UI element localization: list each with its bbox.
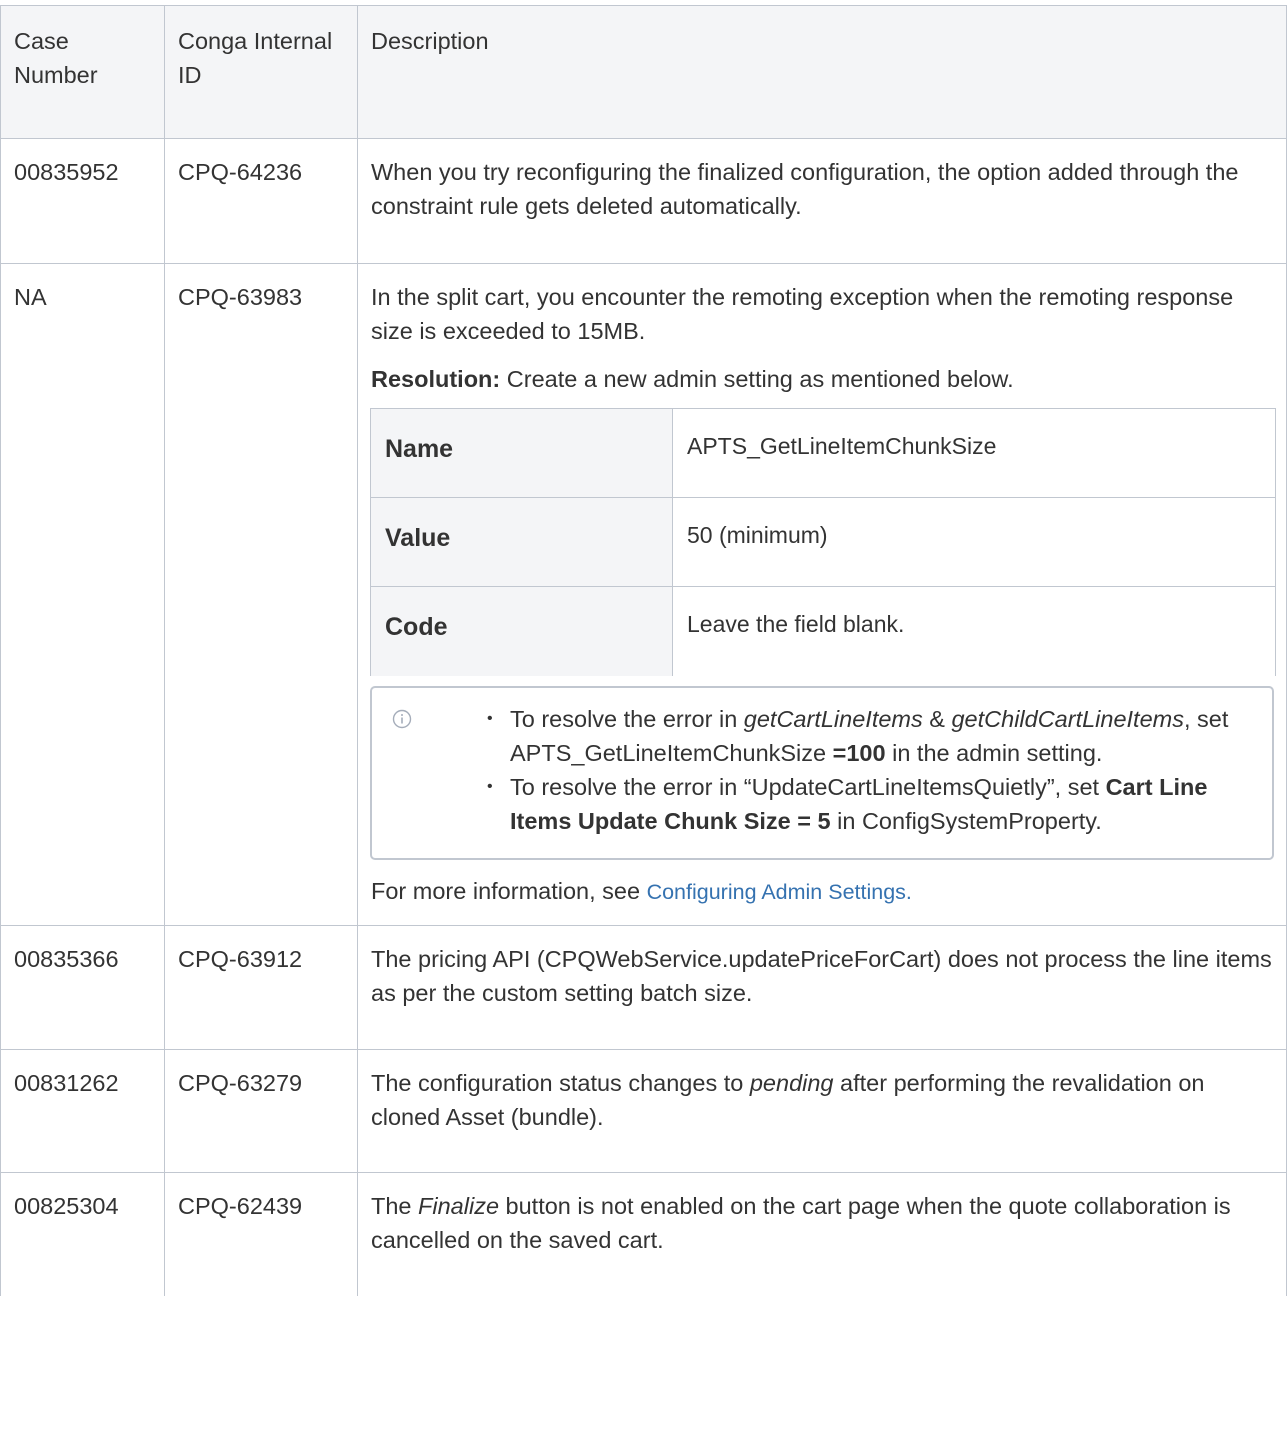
setting-key: Code (370, 586, 673, 676)
description-cell: The pricing API (CPQWebService.updatePri… (357, 924, 1287, 1050)
table-row: 00825304 CPQ-62439 The Finalize button i… (0, 1171, 1287, 1296)
description-cell: When you try reconfiguring the finalized… (357, 138, 1287, 264)
note-text: in the admin setting. (885, 739, 1103, 766)
resolution-label: Resolution: (371, 366, 501, 392)
header-case-number: Case Number (0, 5, 165, 139)
table-row: NA CPQ-63983 In the split cart, you enco… (0, 263, 1287, 926)
description-text: The configuration status changes to (371, 1069, 750, 1096)
table-row: 00831262 CPQ-63279 The configuration sta… (0, 1048, 1287, 1173)
header-row: Case Number Conga Internal ID Descriptio… (0, 5, 1287, 139)
info-note-panel: To resolve the error in getCartLineItems… (370, 685, 1274, 860)
internal-id-cell: CPQ-63983 (164, 263, 358, 926)
issue-text: In the split cart, you encounter the rem… (371, 284, 1234, 344)
note-text: in ConfigSystemProperty. (830, 807, 1102, 834)
list-item: To resolve the error in getCartLineItems… (487, 702, 1252, 770)
case-number-cell: 00835366 (0, 924, 165, 1050)
button-term: Finalize (418, 1192, 500, 1219)
status-term: pending (749, 1069, 834, 1096)
configuring-admin-settings-link[interactable]: Configuring Admin Settings. (647, 880, 912, 904)
known-issues-table: Case Number Conga Internal ID Descriptio… (0, 5, 1287, 1296)
note-text: To resolve the error in (510, 705, 744, 732)
more-info-text: For more information, see Configuring Ad… (371, 874, 1273, 909)
description-cell: In the split cart, you encounter the rem… (357, 263, 1287, 926)
method-name: getChildCartLineItems (951, 705, 1184, 732)
note-list: To resolve the error in getCartLineItems… (487, 702, 1252, 838)
description-text: The (371, 1192, 419, 1219)
method-name: getCartLineItems (743, 705, 923, 732)
internal-id-cell: CPQ-63912 (164, 924, 358, 1050)
setting-value: Leave the field blank. (672, 586, 1276, 676)
table-row: 00835952 CPQ-64236 When you try reconfig… (0, 138, 1287, 264)
internal-id-cell: CPQ-64236 (164, 138, 358, 264)
resolution-body: Create a new admin setting as mentioned … (500, 366, 1014, 392)
note-text: To resolve the error in “UpdateCartLineI… (510, 773, 1106, 800)
header-internal-id: Conga Internal ID (164, 5, 358, 139)
note-text: & (922, 705, 952, 732)
info-icon (392, 709, 412, 728)
setting-key: Value (370, 497, 673, 587)
case-number-cell: 00831262 (0, 1048, 165, 1173)
header-description: Description (357, 5, 1287, 139)
description-cell: The Finalize button is not enabled on th… (357, 1171, 1287, 1296)
description-cell: The configuration status changes to pend… (357, 1048, 1287, 1173)
setting-row: Code Leave the field blank. (370, 586, 1276, 676)
setting-value: APTS_GetLineItemChunkSize (672, 408, 1276, 498)
setting-key: Name (370, 408, 673, 498)
case-number-cell: NA (0, 263, 165, 926)
internal-id-cell: CPQ-62439 (164, 1171, 358, 1296)
setting-value: 50 (minimum) (672, 497, 1276, 587)
more-info-prefix: For more information, see (371, 877, 647, 904)
resolution-text: Resolution: Create a new admin setting a… (371, 362, 1273, 396)
description-text: button is not enabled on the cart page w… (371, 1192, 1231, 1253)
setting-value-bold: =100 (832, 739, 886, 766)
admin-setting-table: Name APTS_GetLineItemChunkSize Value 50 … (370, 408, 1276, 676)
setting-row: Value 50 (minimum) (370, 497, 1276, 587)
case-number-cell: 00825304 (0, 1171, 165, 1296)
list-item: To resolve the error in “UpdateCartLineI… (487, 770, 1252, 838)
table-row: 00835366 CPQ-63912 The pricing API (CPQW… (0, 924, 1287, 1050)
case-number-cell: 00835952 (0, 138, 165, 264)
internal-id-cell: CPQ-63279 (164, 1048, 358, 1173)
setting-row: Name APTS_GetLineItemChunkSize (370, 408, 1276, 498)
